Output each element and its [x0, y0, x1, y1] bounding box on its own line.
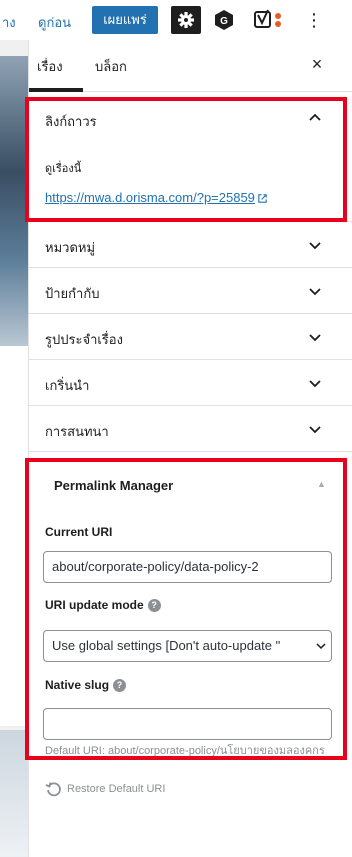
featured-image-panel[interactable]: รูปประจำเรื่อง [29, 314, 352, 360]
default-uri-label: Default URI: [45, 745, 105, 757]
uri-update-mode-select[interactable]: Use global settings [Don't auto-update " [43, 630, 332, 662]
tab-block[interactable]: บล็อก [95, 56, 127, 77]
discussion-panel[interactable]: การสนทนา [29, 406, 352, 452]
tags-panel[interactable]: ป้ายกำกับ [29, 268, 352, 314]
native-slug-input[interactable] [43, 708, 332, 740]
categories-panel[interactable]: หมวดหมู่ [29, 222, 352, 268]
uri-update-mode-label: URI update mode? [45, 598, 161, 613]
close-sidebar-button[interactable]: × [305, 52, 329, 76]
help-icon[interactable]: ? [147, 599, 161, 613]
editor-toolbar: าง ดูก่อน เผยแพร่ G ⋮ [0, 0, 352, 40]
permalink-manager-title[interactable]: Permalink Manager [54, 478, 173, 493]
featured-image-preview [0, 56, 28, 346]
restore-default-uri-button[interactable]: Restore Default URI [45, 780, 165, 798]
permalink-panel-title[interactable]: ลิงก์ถาวร [45, 111, 97, 132]
default-uri-value: about/corporate-policy/นโยบายของมลองคกร [107, 745, 325, 757]
hexagon-g-icon: G [215, 10, 233, 30]
chevron-down-icon [316, 643, 326, 650]
tab-post[interactable]: เรื่อง [37, 56, 63, 77]
chevron-down-icon [309, 380, 321, 388]
svg-text:G: G [220, 16, 228, 27]
restore-icon [45, 782, 61, 797]
cut-off-label: าง [2, 15, 16, 30]
settings-button[interactable] [171, 6, 201, 34]
native-slug-label: Native slug? [45, 678, 127, 693]
chevron-down-icon [309, 288, 321, 296]
help-icon[interactable]: ? [113, 679, 127, 693]
sidebar-tabs: เรื่อง บล็อก × [29, 40, 352, 92]
external-link-icon [258, 194, 267, 203]
categories-panel-title: หมวดหมู่ [45, 240, 96, 255]
editor-canvas-edge [0, 40, 28, 857]
current-uri-input[interactable]: about/corporate-policy/data-policy-2 [43, 551, 332, 583]
current-uri-label: Current URI [45, 525, 113, 539]
excerpt-panel[interactable]: เกริ่นนำ [29, 360, 352, 406]
chevron-down-icon [309, 242, 321, 250]
yoast-icon [254, 9, 281, 28]
content-image-preview [0, 730, 28, 857]
preview-button[interactable]: ดูก่อน [38, 12, 71, 33]
yoast-seo-button[interactable] [252, 8, 292, 32]
collapse-caret-icon[interactable]: ▲ [317, 479, 326, 489]
more-options-button[interactable]: ⋮ [304, 6, 324, 34]
gear-icon [178, 12, 194, 28]
tags-panel-title: ป้ายกำกับ [45, 286, 100, 301]
excerpt-panel-title: เกริ่นนำ [45, 378, 90, 393]
featured-image-panel-title: รูปประจำเรื่อง [45, 332, 123, 347]
chevron-down-icon [309, 334, 321, 342]
discussion-panel-title: การสนทนา [45, 424, 109, 439]
chevron-down-icon [309, 426, 321, 434]
permalink-panel: ลิงก์ถาวร ดูเรื่องนี้ https://mwa.d.oris… [29, 92, 352, 222]
publish-button[interactable]: เผยแพร่ [92, 6, 158, 34]
permalink-url-link[interactable]: https://mwa.d.orisma.com/?p=25859 [45, 190, 268, 205]
settings-sidebar: เรื่อง บล็อก × ลิงก์ถาวร ดูเรื่องนี้ htt… [28, 40, 352, 857]
default-uri-text: Default URI: about/corporate-policy/นโยบ… [45, 743, 335, 760]
editor-blank-area [0, 346, 28, 726]
chevron-up-icon[interactable] [303, 106, 327, 130]
plugin-g-button[interactable]: G [212, 8, 236, 32]
view-post-label: ดูเรื่องนี้ [45, 163, 82, 175]
